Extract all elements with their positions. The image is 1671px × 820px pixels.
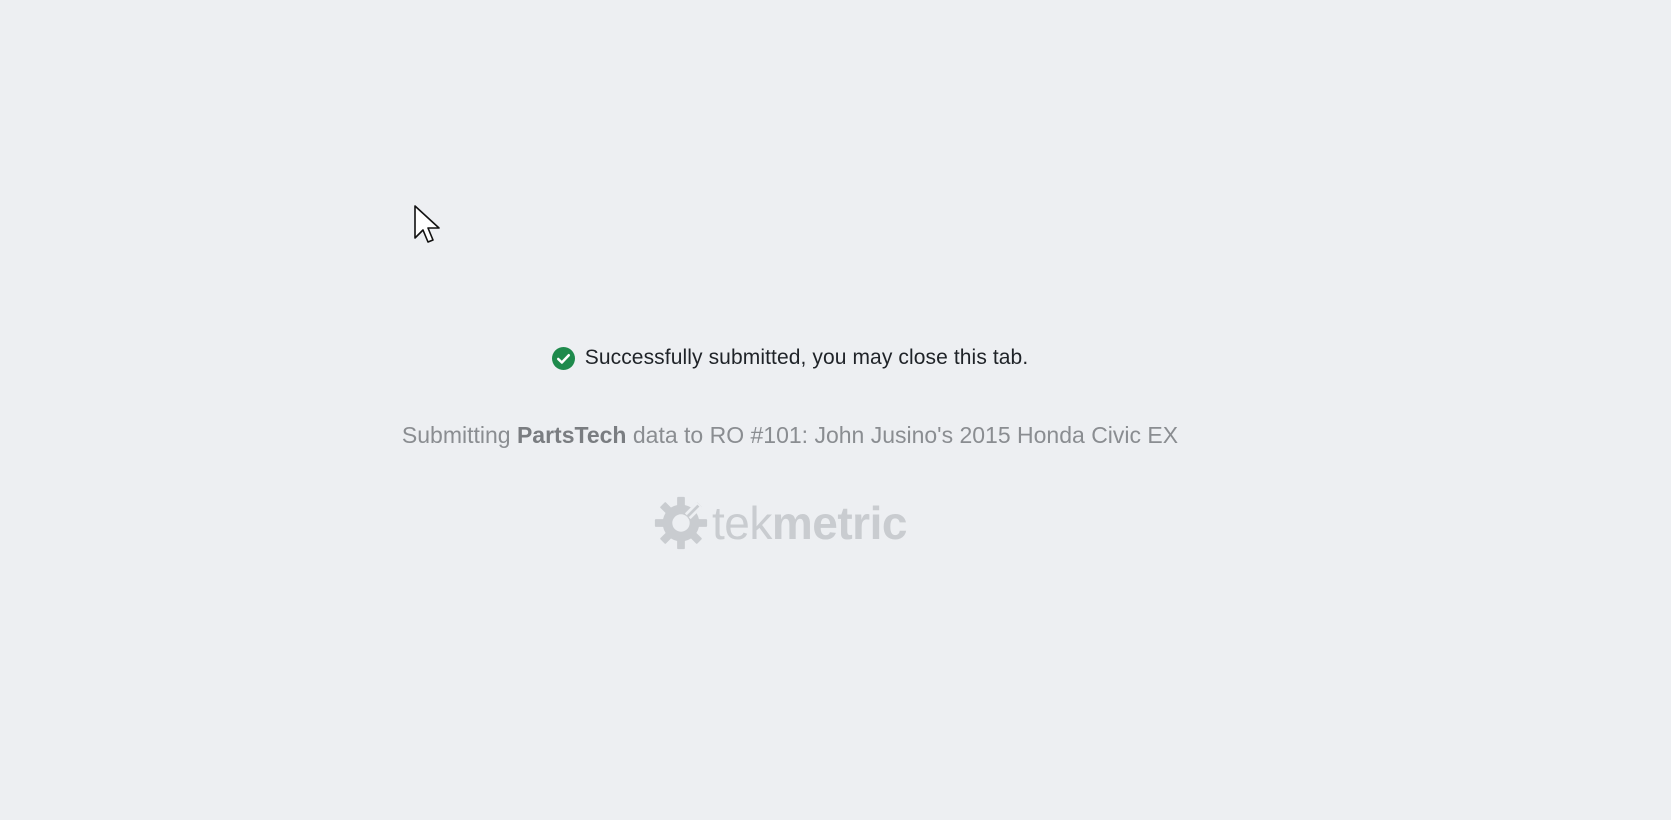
success-status: Successfully submitted, you may close th… — [0, 346, 1580, 370]
wordmark-light: tek — [712, 497, 772, 549]
success-message: Successfully submitted, you may close th… — [584, 346, 1029, 369]
tekmetric-gear-icon — [652, 494, 710, 552]
detail-source: PartsTech — [516, 422, 627, 448]
detail-prefix: Submitting — [401, 422, 517, 448]
tekmetric-logo: tekmetric — [652, 494, 907, 552]
submission-confirmation-page: Successfully submitted, you may close th… — [0, 0, 1671, 820]
check-circle-icon — [551, 346, 575, 370]
wordmark-bold: metric — [771, 497, 908, 549]
submission-detail: Submitting PartsTech data to RO #101: Jo… — [0, 422, 1580, 449]
tekmetric-wordmark: tekmetric — [712, 500, 907, 546]
detail-suffix: data to RO #101: John Jusino's 2015 Hond… — [626, 422, 1179, 448]
mouse-cursor-icon — [413, 204, 441, 246]
